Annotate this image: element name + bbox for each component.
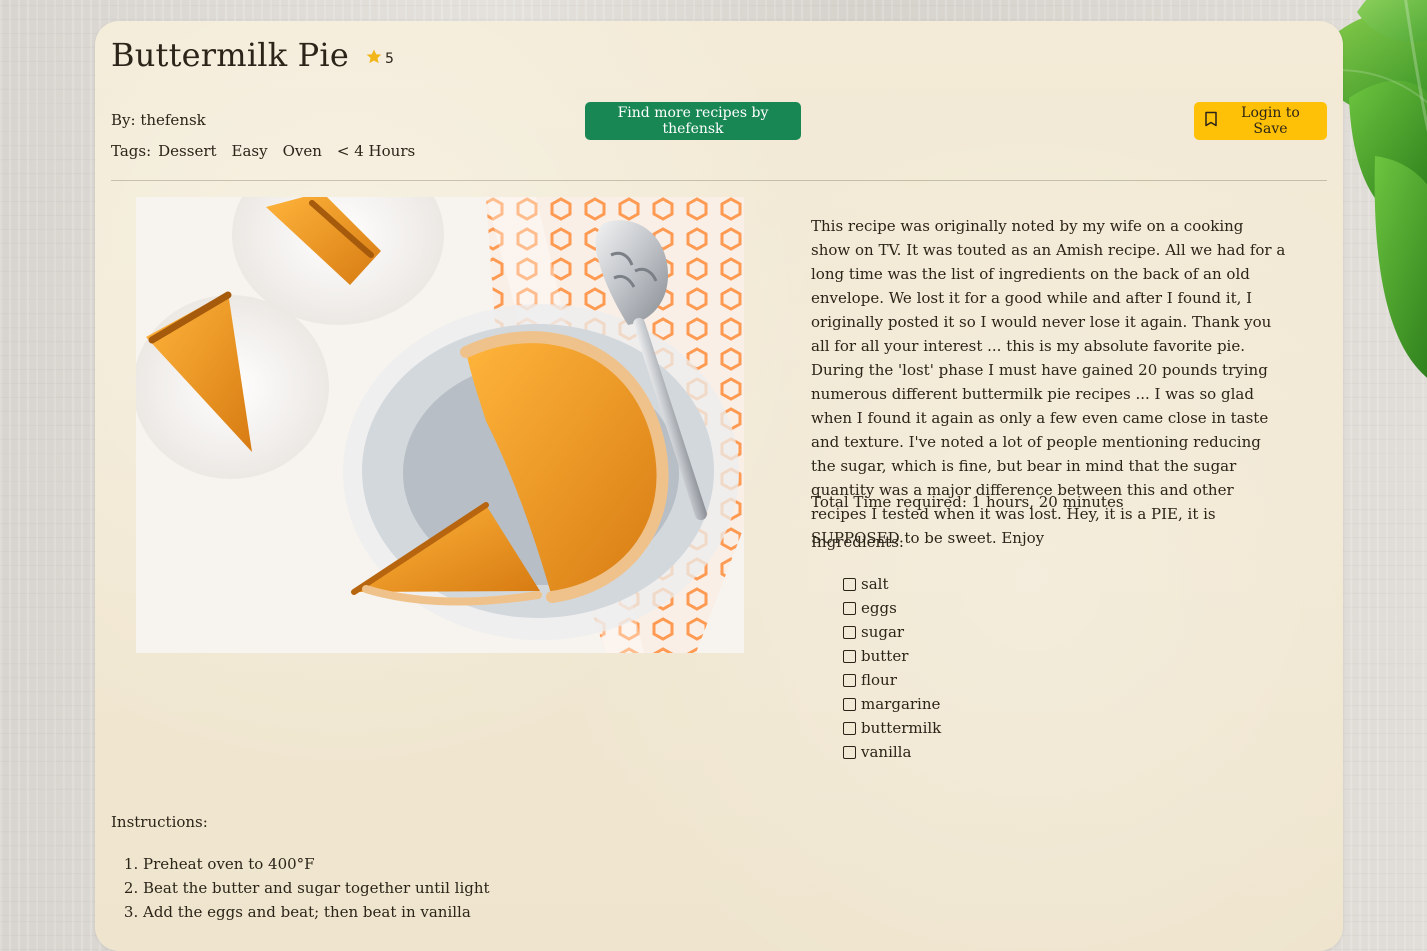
star-icon (365, 48, 383, 69)
ingredient-label: eggs (861, 599, 897, 617)
ingredient-item: flour (843, 668, 941, 692)
tag-item: Dessert (158, 142, 217, 160)
bookmark-icon (1204, 111, 1218, 131)
ingredient-checkbox[interactable] (843, 577, 856, 591)
ingredient-checkbox[interactable] (843, 601, 856, 615)
tags-row: Tags: Dessert Easy Oven < 4 Hours (111, 142, 415, 160)
find-more-recipes-button[interactable]: Find more recipes by thefensk (585, 102, 801, 140)
ingredient-item: vanilla (843, 740, 941, 764)
recipe-image (136, 197, 744, 653)
find-more-recipes-label: Find more recipes by thefensk (617, 105, 769, 137)
rating-value: 5 (384, 50, 394, 67)
ingredient-checkbox[interactable] (843, 673, 856, 687)
ingredient-checkbox[interactable] (843, 649, 856, 663)
ingredient-label: salt (861, 575, 889, 593)
ingredient-label: sugar (861, 623, 905, 641)
ingredient-label: butter (861, 647, 909, 665)
ingredient-item: sugar (843, 620, 941, 644)
page-title: Buttermilk Pie (111, 36, 349, 74)
title-row: Buttermilk Pie 5 (111, 39, 394, 71)
ingredients-label: Ingredients: (811, 533, 904, 551)
ingredient-label: margarine (861, 695, 941, 713)
login-to-save-label: Login to Save (1241, 105, 1300, 137)
author-byline: By: thefensk (111, 111, 206, 129)
ingredient-checkbox[interactable] (843, 721, 856, 735)
ingredient-label: flour (861, 671, 897, 689)
ingredient-checkbox[interactable] (843, 745, 856, 759)
instruction-item: Beat the butter and sugar together until… (143, 876, 490, 900)
ingredient-item: margarine (843, 692, 941, 716)
ingredient-item: salt (843, 572, 941, 596)
instructions-label: Instructions: (111, 813, 208, 831)
instructions-list: Preheat oven to 400°F Beat the butter an… (111, 852, 490, 924)
tag-item: Oven (282, 142, 322, 160)
header-divider (111, 180, 1327, 181)
login-to-save-button[interactable]: Login to Save (1194, 102, 1327, 140)
instruction-item: Add the eggs and beat; then beat in vani… (143, 900, 490, 924)
total-time: Total Time required: 1 hours, 20 minutes (811, 493, 1124, 511)
tag-item: < 4 Hours (336, 142, 416, 160)
ingredient-item: buttermilk (843, 716, 941, 740)
ingredient-item: eggs (843, 596, 941, 620)
ingredient-item: butter (843, 644, 941, 668)
tag-item: Easy (231, 142, 268, 160)
ingredient-checkbox[interactable] (843, 697, 856, 711)
ingredient-label: vanilla (861, 743, 912, 761)
recipe-card: Buttermilk Pie 5 By: thefensk Tags: Dess… (95, 21, 1343, 951)
ingredient-checkbox[interactable] (843, 625, 856, 639)
instruction-item: Preheat oven to 400°F (143, 852, 490, 876)
ingredient-label: buttermilk (861, 719, 942, 737)
ingredients-list: salt eggs sugar butter flour margarine b… (843, 572, 941, 764)
tags-label: Tags: (111, 142, 152, 160)
rating-display: 5 (365, 48, 394, 69)
